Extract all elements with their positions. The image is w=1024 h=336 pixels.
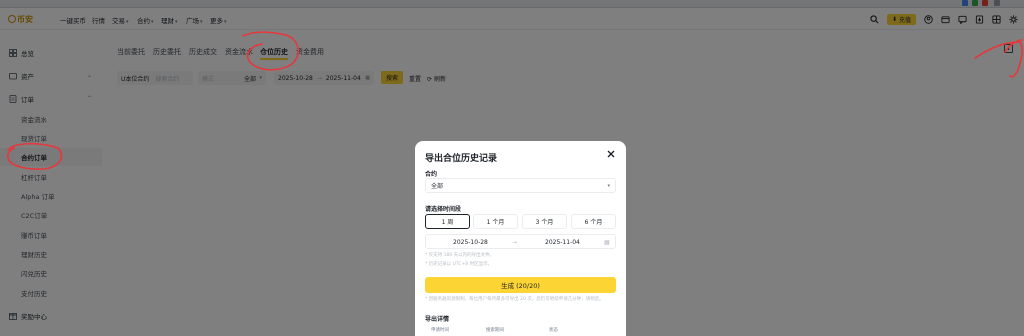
- column-header-status: 状态: [549, 328, 558, 333]
- end-date: 2025-11-04: [545, 238, 580, 246]
- export-dialog: 导出合位历史记录 合约 全部 ▾ 请选择时间段 1 周 1 个月 3 个月 6 …: [415, 141, 626, 336]
- column-header-request-time: 申请时间: [431, 328, 449, 333]
- column-header-search-period: 搜索期间: [486, 328, 504, 333]
- range-3-months-button[interactable]: 3 个月: [522, 214, 567, 229]
- arrow-right-icon: →: [512, 238, 518, 246]
- contract-label: 合约: [425, 171, 438, 178]
- calendar-icon: ▦: [604, 238, 610, 246]
- range-6-months-button[interactable]: 6 个月: [571, 214, 616, 229]
- range-label: 请选择时间段: [425, 206, 462, 213]
- dialog-title: 导出合位历史记录: [425, 154, 498, 164]
- range-1-month-button[interactable]: 1 个月: [473, 214, 518, 229]
- range-hint: * 仅支持 180 天以内的导出文件。: [425, 253, 495, 258]
- generate-button[interactable]: 生成 (20/20): [425, 277, 616, 293]
- contract-select[interactable]: 全部 ▾: [425, 178, 616, 193]
- date-range-picker[interactable]: 2025-10-28 → 2025-11-04 ▦: [425, 234, 616, 249]
- timezone-hint: * 历史记录以 UTC+8 时区显示。: [425, 262, 493, 267]
- close-icon[interactable]: [606, 149, 616, 159]
- start-date: 2025-10-28: [453, 238, 488, 246]
- range-1-week-button[interactable]: 1 周: [425, 214, 470, 229]
- chevron-down-icon: ▾: [607, 182, 610, 189]
- export-details-label: 导出详情: [425, 316, 450, 323]
- generate-limit-hint: * 因服务器资源限制，每位用户每月最多可导出 20 次，您仍可继续申请几分钟，请…: [425, 297, 604, 302]
